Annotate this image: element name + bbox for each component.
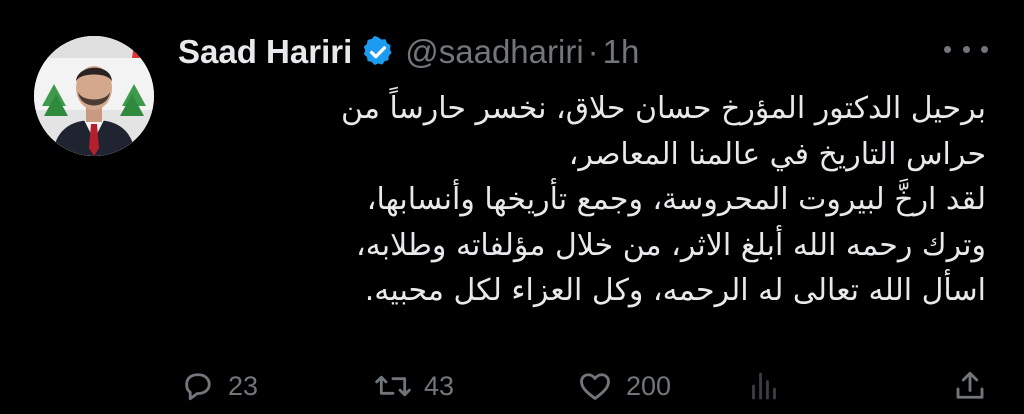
tweet-text-line: اسأل الله تعالى له الرحمه، وكل العزاء لك…	[364, 273, 986, 308]
retweet-count: 43	[424, 370, 455, 401]
action-bar: 23 43 200	[180, 362, 992, 410]
verified-badge-icon	[361, 35, 395, 69]
analytics-icon	[752, 372, 776, 400]
more-options-icon[interactable]	[944, 38, 988, 60]
retweet-icon	[375, 375, 411, 397]
tweet[interactable]: Saad Hariri @saadhariri · 1h برحيل الدكت…	[0, 0, 1024, 414]
avatar-photo	[34, 36, 154, 156]
tweet-text-line: برحيل الدكتور المؤرخ حسان حلاق، نخسر حار…	[341, 91, 986, 126]
author-handle[interactable]: @saadhariri	[405, 33, 583, 71]
share-button[interactable]	[952, 362, 988, 410]
tweet-text-line: حراس التاريخ في عالمنا المعاصر،	[568, 136, 986, 172]
tweet-text-line: وترك رحمه الله أبلغ الاثر، من خلال مؤلفا…	[356, 227, 986, 263]
like-button[interactable]: 200	[576, 362, 671, 410]
views-button[interactable]	[746, 362, 782, 410]
reply-count: 23	[228, 370, 259, 401]
reply-button[interactable]: 23	[180, 362, 258, 410]
header-separator: ·	[587, 33, 599, 70]
reply-icon	[185, 373, 211, 401]
author-name[interactable]: Saad Hariri	[178, 33, 352, 71]
tweet-header: Saad Hariri @saadhariri · 1h	[178, 26, 639, 78]
tweet-text: برحيل الدكتور المؤرخ حسان حلاق، نخسر حار…	[178, 86, 986, 314]
tweet-text-line: لقد ارخَّ لبيروت المحروسة، وجمع تأريخها …	[366, 182, 986, 217]
avatar[interactable]	[34, 36, 154, 156]
heart-icon	[580, 373, 610, 400]
tweet-timestamp[interactable]: 1h	[603, 33, 640, 71]
like-count: 200	[626, 370, 672, 401]
retweet-button[interactable]: 43	[374, 362, 454, 410]
share-icon	[956, 371, 984, 399]
